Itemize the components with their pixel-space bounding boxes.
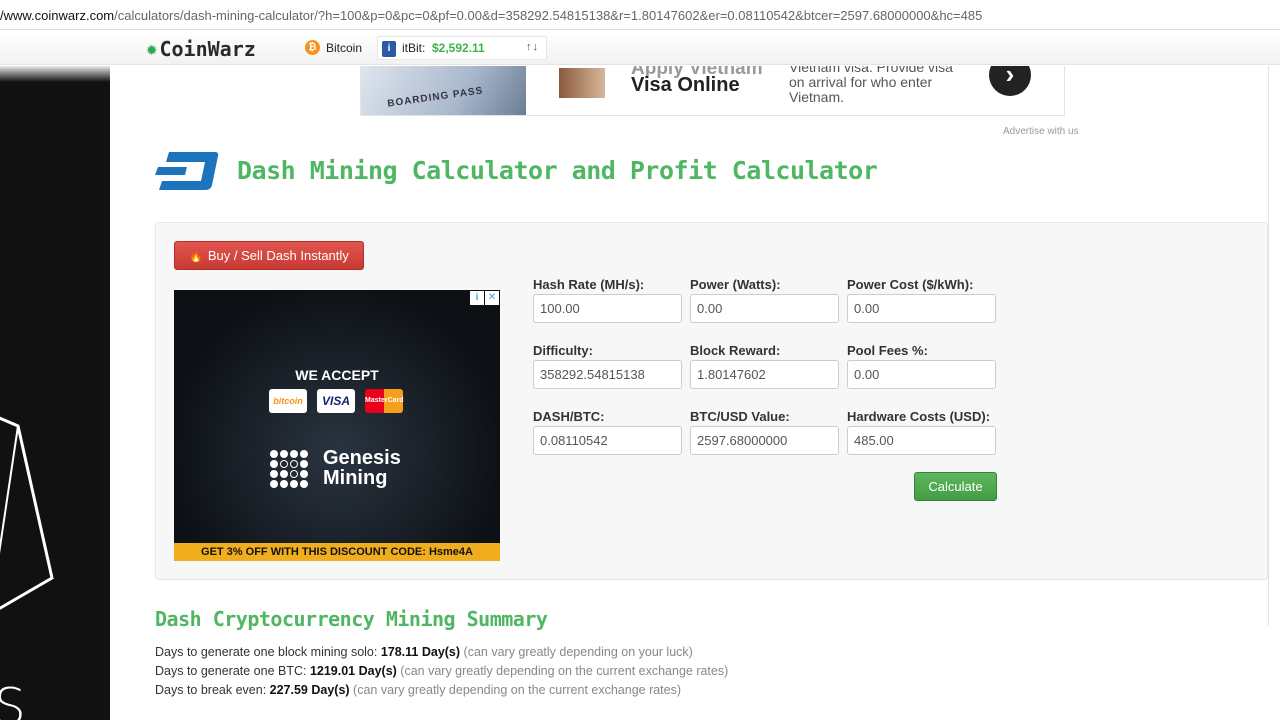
url-text[interactable]: /www.coinwarz.com/calculators/dash-minin… <box>0 8 982 23</box>
ticker-exchange: itBit: <box>402 41 426 55</box>
ethereum-diamond-icon <box>0 416 54 610</box>
power-cost-label: Power Cost ($/kWh): <box>847 277 974 292</box>
ad-headline: Visa Online <box>631 74 740 96</box>
pool-fees-input[interactable] <box>847 360 996 389</box>
ad-choices[interactable]: i ✕ <box>470 291 499 305</box>
address-bar[interactable]: /www.coinwarz.com/calculators/dash-minin… <box>0 0 1280 30</box>
genesis-brand: Genesis Mining <box>323 447 401 489</box>
power-label: Power (Watts): <box>690 277 781 292</box>
ad-next-arrow-icon[interactable]: › <box>989 66 1031 96</box>
summary-line-block: Days to generate one block mining solo: … <box>155 645 693 659</box>
price-ticker[interactable]: i itBit: $2,592.11 ↑↓ <box>377 36 547 60</box>
ad-body: Vietnam visa. Provide visa on arrival fo… <box>789 66 953 105</box>
hardware-costs-input[interactable] <box>847 426 996 455</box>
ad-info-icon[interactable]: i <box>470 291 484 305</box>
banner-letter: S <box>0 678 26 720</box>
btc-usd-input[interactable] <box>690 426 839 455</box>
bitcoin-card-icon: bitcoin <box>269 389 307 413</box>
buy-sell-label: Buy / Sell Dash Instantly <box>207 248 349 263</box>
top-banner-ad[interactable]: BOARDING PASS Apply Vietnam Visa Online … <box>360 66 1065 116</box>
itbit-icon: i <box>382 41 396 57</box>
power-input[interactable] <box>690 294 839 323</box>
power-cost-input[interactable] <box>847 294 996 323</box>
buy-sell-dash-button[interactable]: 🔥 Buy / Sell Dash Instantly <box>174 241 364 270</box>
block-reward-label: Block Reward: <box>690 343 781 358</box>
top-navigation: ✹ CoinWarz ₿ Bitcoin i itBit: $2,592.11 … <box>0 31 1280 65</box>
coinwarz-logo-icon: ✹ <box>146 38 158 60</box>
difficulty-label: Difficulty: <box>533 343 593 358</box>
mastercard-icon: MasterCard <box>365 389 404 413</box>
url-host: /www.coinwarz.com <box>0 8 115 23</box>
dash-logo-icon <box>155 152 219 190</box>
url-path: /calculators/dash-mining-calculator/?h=1… <box>114 8 983 23</box>
ad-discount-banner: GET 3% OFF WITH THIS DISCOUNT CODE: Hsme… <box>174 543 500 561</box>
fire-icon: 🔥 <box>189 251 203 263</box>
ticker-arrows-icon: ↑↓ <box>526 41 539 53</box>
genesis-logo-icon <box>270 450 310 488</box>
calculate-button[interactable]: Calculate <box>914 472 997 501</box>
btc-usd-label: BTC/USD Value: <box>690 409 790 424</box>
hash-rate-input[interactable] <box>533 294 682 323</box>
summary-title: Dash Cryptocurrency Mining Summary <box>155 607 548 631</box>
hardware-costs-label: Hardware Costs (USD): <box>847 409 991 424</box>
pool-fees-label: Pool Fees %: <box>847 343 928 358</box>
dash-btc-label: DASH/BTC: <box>533 409 605 424</box>
ad-person-image <box>559 68 605 98</box>
ad-accept-text: WE ACCEPT <box>295 367 379 383</box>
bitcoin-icon: ₿ <box>305 40 320 55</box>
ticker-price: $2,592.11 <box>432 41 485 55</box>
page-title: Dash Mining Calculator and Profit Calcul… <box>237 156 878 185</box>
ad-boarding-pass-image: BOARDING PASS <box>361 66 526 115</box>
logo-text: CoinWarz <box>159 37 256 61</box>
coin-selector-label[interactable]: Bitcoin <box>326 41 362 55</box>
dash-btc-input[interactable] <box>533 426 682 455</box>
summary-line-break-even: Days to break even: 227.59 Day(s) (can v… <box>155 683 682 697</box>
hash-rate-label: Hash Rate (MH/s): <box>533 277 645 292</box>
advertise-link[interactable]: Advertise with us <box>1003 126 1079 137</box>
visa-card-icon: VISA <box>317 389 355 413</box>
ad-close-icon[interactable]: ✕ <box>485 291 499 305</box>
difficulty-input[interactable] <box>533 360 682 389</box>
payment-cards: bitcoin VISA MasterCard <box>269 389 404 413</box>
coinwarz-logo[interactable]: ✹ CoinWarz <box>146 37 256 61</box>
left-side-banner[interactable]: S <box>0 66 110 720</box>
content-border <box>1268 66 1269 626</box>
block-reward-input[interactable] <box>690 360 839 389</box>
genesis-mining-ad[interactable]: i ✕ WE ACCEPT bitcoin VISA MasterCard Ge… <box>174 290 500 561</box>
summary-line-btc: Days to generate one BTC: 1219.01 Day(s)… <box>155 664 729 678</box>
